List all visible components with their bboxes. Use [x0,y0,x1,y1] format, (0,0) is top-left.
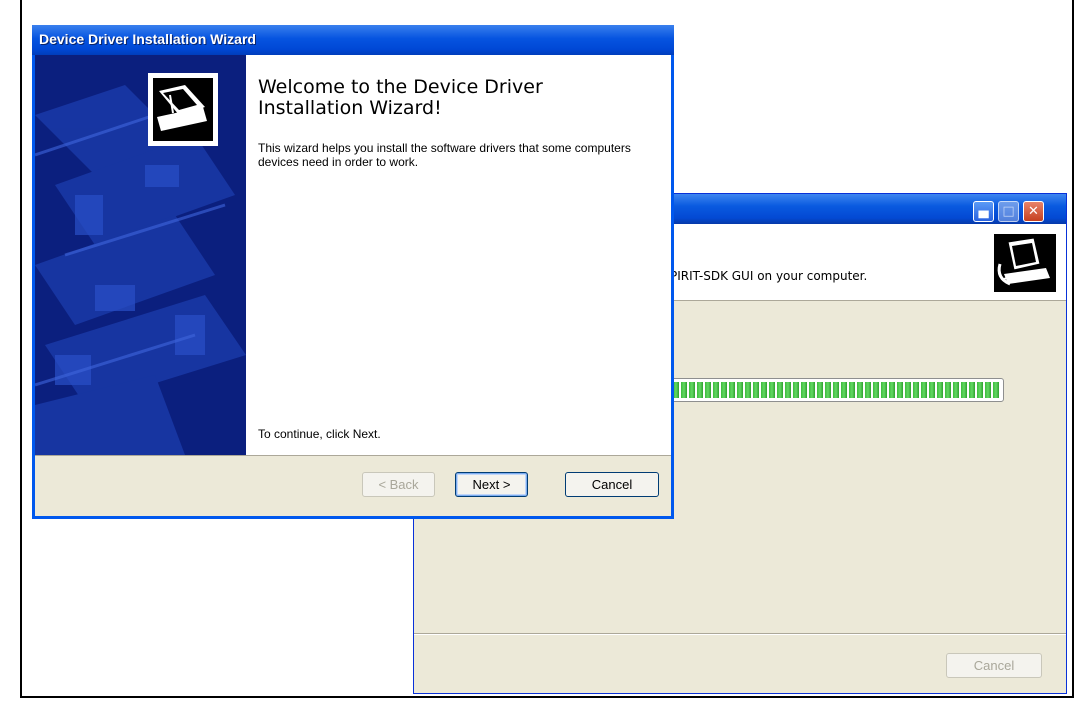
wizard-titlebar[interactable]: Device Driver Installation Wizard [32,25,674,55]
install-progress-bar [670,378,1004,402]
device-driver-wizard-window: Device Driver Installation Wizard Welcom… [32,25,674,519]
minimize-button[interactable]: ▄ [973,201,994,222]
wizard-content: Welcome to the Device Driver Installatio… [246,55,671,455]
installer-footer-divider [414,633,1066,635]
banner-artwork [35,55,246,455]
wizard-side-banner [35,55,246,455]
cancel-button[interactable]: Cancel [565,472,659,497]
maximize-button[interactable]: □ [998,201,1019,222]
maximize-icon: □ [1002,204,1015,219]
welcome-heading: Welcome to the Device Driver Installatio… [258,76,543,119]
installer-cancel-button[interactable]: Cancel [946,653,1042,678]
minimize-icon: ▄ [978,204,989,219]
close-button[interactable]: ✕ [1023,201,1044,222]
frame-caption-cut [40,0,280,10]
next-button[interactable]: Next > [455,472,528,497]
installer-computer-icon [994,234,1056,292]
hardware-wizard-icon [148,73,218,146]
wizard-title: Device Driver Installation Wizard [39,31,256,47]
installer-header-text: PIRIT-SDK GUI on your computer. [670,269,868,283]
back-button[interactable]: < Back [362,472,435,497]
close-icon: ✕ [1028,204,1039,219]
continue-hint: To continue, click Next. [258,427,381,441]
wizard-footer-divider [35,455,671,456]
install-progress-fill [673,382,1001,398]
wizard-description: This wizard helps you install the softwa… [258,141,631,169]
